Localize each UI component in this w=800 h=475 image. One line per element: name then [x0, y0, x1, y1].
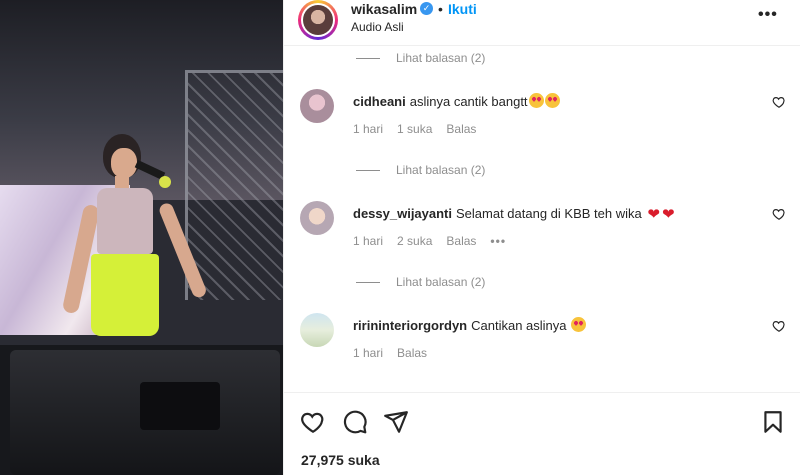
view-replies-button[interactable]: Lihat balasan (2): [356, 161, 485, 179]
comment-icon[interactable]: [342, 409, 368, 435]
comment-body: aslinya cantik bangtt: [409, 94, 528, 109]
commenter-avatar[interactable]: [300, 313, 334, 347]
performer-skirt: [91, 254, 159, 336]
comment-body: Cantikan aslinya: [471, 318, 567, 333]
verified-badge-icon: ✓: [420, 2, 433, 15]
comment-text: cidheani aslinya cantik bangtt: [353, 93, 560, 109]
stage-truss: [185, 70, 283, 300]
comment-text: dessy_wijayanti Selamat datang di KBB teh…: [353, 205, 675, 223]
commenter-username[interactable]: dessy_wijayanti: [353, 206, 452, 221]
replies-line: [356, 169, 380, 171]
view-replies-label: Lihat balasan (2): [396, 51, 486, 65]
author-avatar[interactable]: [298, 0, 338, 40]
replies-line: [356, 57, 380, 59]
comment-time[interactable]: 1 hari: [353, 122, 383, 136]
audio-label[interactable]: Audio Asli: [351, 20, 404, 34]
more-options-icon[interactable]: •••: [758, 6, 778, 24]
performer-top: [97, 188, 153, 254]
microphone-head: [159, 176, 171, 188]
speaker-vent: [140, 382, 220, 430]
comment-meta: 1 hari Balas: [353, 346, 427, 360]
comment-time[interactable]: 1 hari: [353, 346, 383, 360]
comment-body: Selamat datang di KBB teh wika: [456, 206, 642, 221]
reply-button[interactable]: Balas: [446, 234, 476, 248]
like-comment-heart-icon[interactable]: [772, 207, 786, 221]
heart-icon[interactable]: [300, 409, 326, 435]
replies-line: [356, 281, 380, 283]
commenter-avatar[interactable]: [300, 201, 334, 235]
view-replies-label: Lihat balasan (2): [396, 163, 486, 177]
post-details-panel: wikasalim ✓ • Ikuti Audio Asli ••• Lihat…: [283, 0, 800, 475]
comment-text: ririninteriorgordyn Cantikan aslinya: [353, 317, 587, 333]
comments-list[interactable]: Lihat balasan (2) cidheani aslinya cantik…: [284, 46, 800, 392]
comment-meta: 1 hari 2 suka Balas •••: [353, 234, 506, 248]
comment-meta: 1 hari 1 suka Balas: [353, 122, 476, 136]
like-comment-heart-icon[interactable]: [772, 319, 786, 333]
comment-options-icon[interactable]: •••: [490, 234, 506, 248]
commenter-avatar[interactable]: [300, 89, 334, 123]
performer: [61, 130, 208, 350]
like-comment-heart-icon[interactable]: [772, 95, 786, 109]
commenter-username[interactable]: ririninteriorgordyn: [353, 318, 467, 333]
view-replies-label: Lihat balasan (2): [396, 275, 486, 289]
comment-item: ririninteriorgordyn Cantikan aslinya 1 ha…: [284, 313, 800, 373]
heart-eyes-emoji-icon: [571, 317, 587, 332]
reply-button[interactable]: Balas: [397, 346, 427, 360]
save-icon[interactable]: [760, 409, 786, 435]
view-replies-button[interactable]: Lihat balasan (2): [356, 49, 485, 67]
author-username[interactable]: wikasalim: [351, 1, 417, 17]
comment-time[interactable]: 1 hari: [353, 234, 383, 248]
commenter-username[interactable]: cidheani: [353, 94, 406, 109]
view-replies-button[interactable]: Lihat balasan (2): [356, 273, 485, 291]
post-actions-footer: 27,975 suka: [284, 392, 800, 475]
comment-likes[interactable]: 1 suka: [397, 122, 432, 136]
post-media[interactable]: [0, 0, 283, 475]
follow-button[interactable]: Ikuti: [448, 1, 477, 17]
heart-eyes-emoji-icon: [544, 93, 560, 108]
comment-item: cidheani aslinya cantik bangtt 1 hari 1 s…: [284, 89, 800, 149]
red-heart-emoji-icon: ❤: [647, 206, 660, 223]
performer-face: [111, 148, 137, 178]
reply-button[interactable]: Balas: [446, 122, 476, 136]
share-icon[interactable]: [383, 409, 409, 435]
post-header: wikasalim ✓ • Ikuti Audio Asli •••: [284, 0, 800, 46]
comment-likes[interactable]: 2 suka: [397, 234, 432, 248]
avatar-image: [303, 5, 333, 35]
heart-eyes-emoji-icon: [528, 93, 544, 108]
comment-item: dessy_wijayanti Selamat datang di KBB teh…: [284, 201, 800, 261]
red-heart-emoji-icon: ❤: [661, 206, 675, 223]
header-separator: •: [438, 1, 443, 17]
likes-count[interactable]: 27,975 suka: [301, 452, 380, 468]
